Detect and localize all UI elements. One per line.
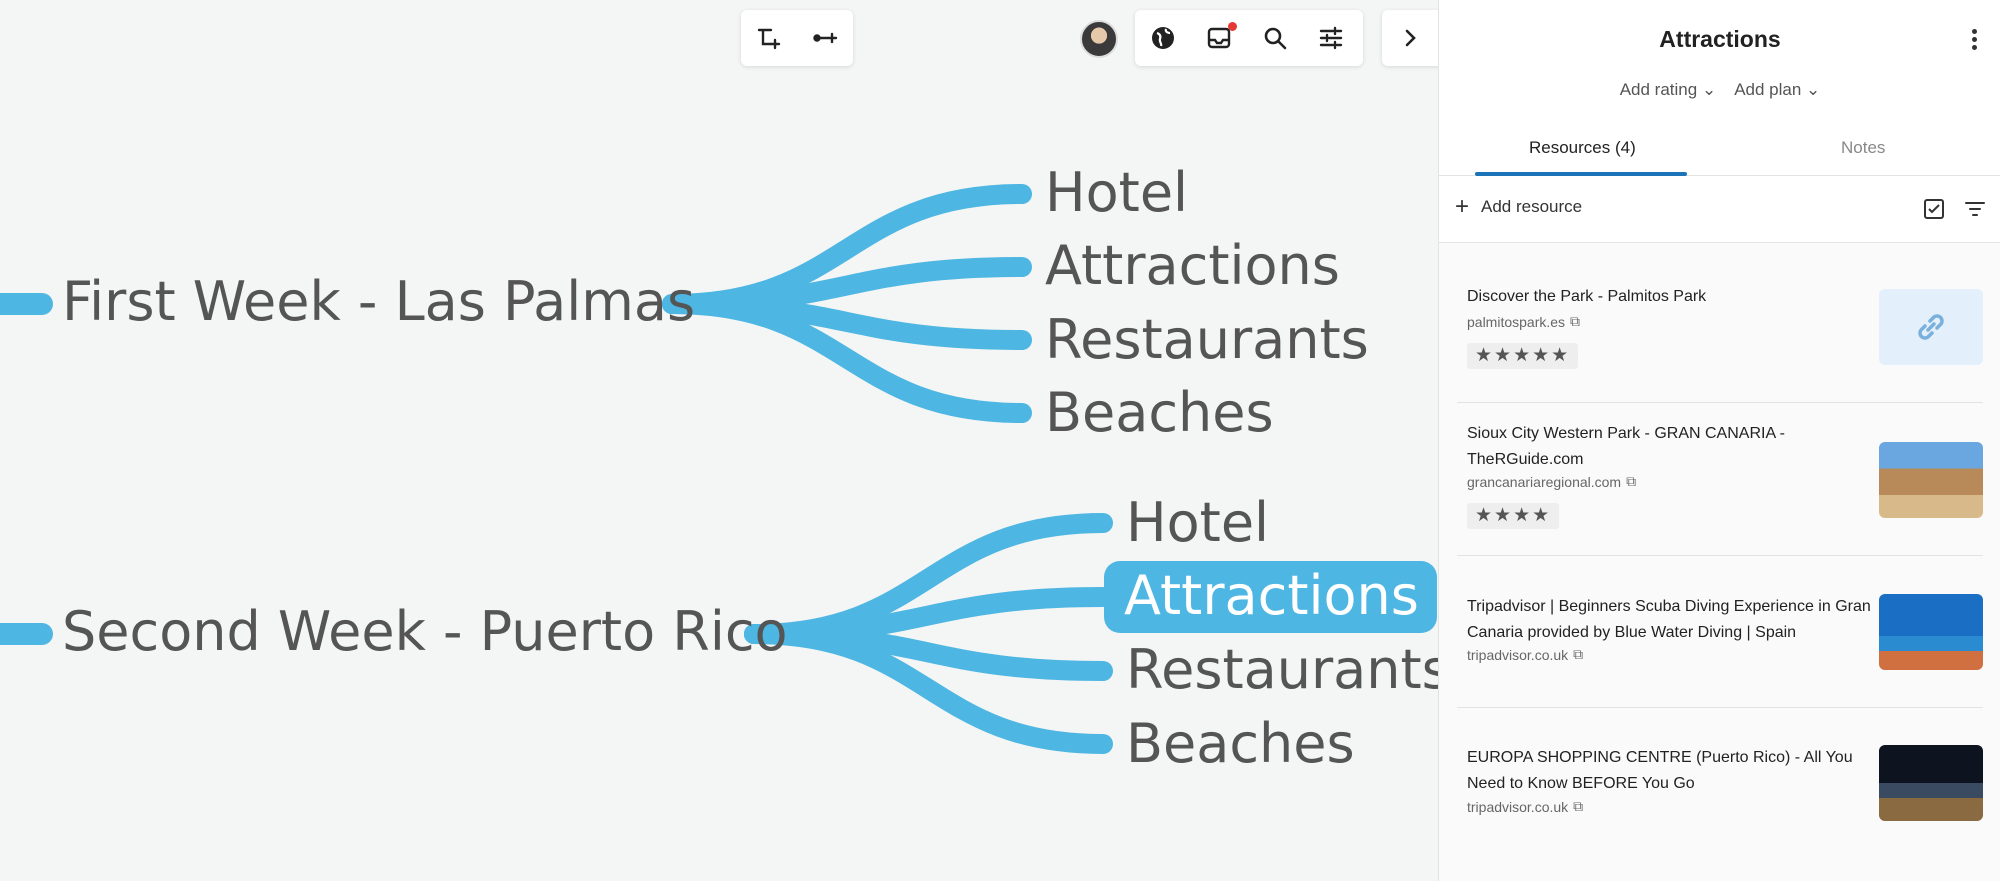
subtopic-attractions-1[interactable]: Attractions	[1045, 239, 1340, 293]
notification-dot	[1228, 22, 1237, 31]
add-subtopic-icon[interactable]	[741, 10, 797, 66]
resource-item[interactable]: EUROPA SHOPPING CENTRE (Puerto Rico) - A…	[1457, 708, 1983, 881]
sidebar-title: Attractions	[1659, 26, 1781, 52]
select-checkbox-icon[interactable]	[1922, 197, 1946, 221]
search-icon[interactable]	[1247, 10, 1303, 66]
domain-label: palmitospark.es	[1467, 313, 1566, 330]
active-tab-indicator	[1475, 172, 1687, 176]
scuba-diver-photo	[1879, 594, 1983, 670]
external-link-icon: ⧉	[1626, 473, 1637, 489]
add-rating-label: Add rating	[1619, 80, 1698, 99]
external-link-icon: ⧉	[1573, 798, 1584, 814]
globe-icon[interactable]	[1135, 10, 1191, 66]
subtopic-beaches-1[interactable]: Beaches	[1045, 386, 1274, 440]
subtopic-hotel-2[interactable]: Hotel	[1126, 496, 1269, 550]
domain-label: grancanariaregional.com	[1467, 473, 1622, 490]
sliders-icon[interactable]	[1303, 10, 1359, 66]
add-resource-label: Add resource	[1481, 197, 1583, 216]
night-shopping-centre-photo	[1879, 745, 1983, 821]
mindmap-canvas[interactable]: First Week - Las Palmas Hotel Attraction…	[0, 0, 1438, 881]
subtopic-restaurants-2[interactable]: Restaurants	[1126, 643, 1438, 697]
add-resource-button[interactable]: + Add resource	[1455, 193, 1583, 220]
subtopic-beaches-2[interactable]: Beaches	[1126, 717, 1355, 771]
edit-toolbar	[741, 10, 853, 66]
resource-title: Sioux City Western Park - GRAN CANARIA -…	[1467, 425, 1785, 468]
resource-list: Discover the Park - Palmitos Park palmit…	[1439, 243, 2000, 881]
resource-title: Tripadvisor | Beginners Scuba Diving Exp…	[1467, 598, 1871, 641]
add-plan-button[interactable]: Add plan ⌄	[1734, 80, 1820, 100]
tab-notes[interactable]: Notes	[1841, 138, 1885, 158]
user-avatar[interactable]	[1080, 20, 1118, 58]
add-connection-icon[interactable]	[797, 10, 853, 66]
details-sidebar: Attractions Add rating ⌄ Add plan ⌄ Reso…	[1438, 0, 2000, 881]
chevron-down-icon: ⌄	[1806, 80, 1821, 99]
external-link-icon: ⧉	[1570, 313, 1581, 329]
chevron-down-icon: ⌄	[1701, 80, 1717, 99]
link-icon	[1879, 289, 1983, 365]
resource-domain[interactable]: tripadvisor.co.uk ⧉	[1467, 798, 1583, 815]
add-rating-button[interactable]: Add rating ⌄	[1620, 80, 1716, 100]
resource-domain[interactable]: tripadvisor.co.uk ⧉	[1467, 646, 1583, 663]
tab-resources[interactable]: Resources (4)	[1529, 138, 1636, 158]
rating-stars[interactable]: ★★★★★	[1467, 343, 1579, 369]
domain-label: tripadvisor.co.uk	[1467, 646, 1569, 663]
resource-item[interactable]: Tripadvisor | Beginners Scuba Diving Exp…	[1457, 556, 1983, 708]
chevron-right-icon[interactable]	[1382, 10, 1438, 66]
plus-icon: +	[1455, 193, 1470, 220]
domain-label: tripadvisor.co.uk	[1467, 798, 1569, 815]
sidebar-tabs: Resources (4) Notes	[1439, 124, 2000, 176]
resource-domain[interactable]: palmitospark.es ⧉	[1467, 313, 1580, 330]
subtopic-attractions-2-selected[interactable]: Attractions	[1104, 561, 1437, 633]
resource-item[interactable]: Discover the Park - Palmitos Park palmit…	[1457, 243, 1983, 403]
topic-first-week[interactable]: First Week - Las Palmas	[62, 275, 695, 329]
resource-title: Discover the Park - Palmitos Park	[1467, 288, 1707, 305]
external-link-icon: ⧉	[1573, 646, 1584, 662]
western-town-photo	[1879, 442, 1983, 518]
topic-second-week[interactable]: Second Week - Puerto Rico	[62, 605, 788, 659]
resource-domain[interactable]: grancanariaregional.com ⧉	[1467, 473, 1636, 490]
resource-item[interactable]: Sioux City Western Park - GRAN CANARIA -…	[1457, 403, 1983, 556]
filter-icon[interactable]	[1963, 197, 1987, 221]
view-toolbar	[1135, 10, 1363, 66]
rating-stars[interactable]: ★★★★	[1467, 503, 1560, 529]
inbox-icon[interactable]	[1191, 10, 1247, 66]
more-options-icon[interactable]	[1962, 26, 1986, 54]
subtopic-restaurants-1[interactable]: Restaurants	[1045, 313, 1369, 367]
add-plan-label: Add plan	[1734, 80, 1802, 99]
subtopic-hotel-1[interactable]: Hotel	[1045, 166, 1188, 220]
resource-title: EUROPA SHOPPING CENTRE (Puerto Rico) - A…	[1467, 749, 1853, 792]
